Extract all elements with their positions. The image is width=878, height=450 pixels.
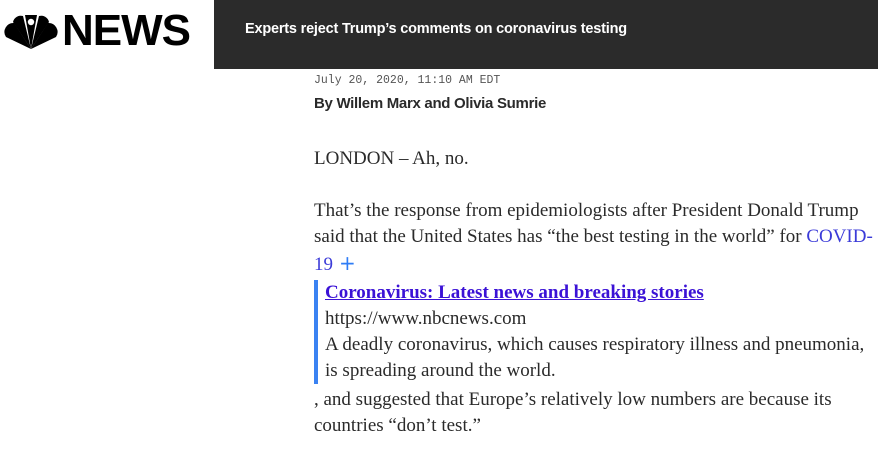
peacock-icon xyxy=(4,15,58,49)
headline-bar: Experts reject Trump’s comments on coron… xyxy=(214,0,878,69)
link-preview-card: Coronavirus: Latest news and breaking st… xyxy=(314,280,865,384)
card-title-link[interactable]: Coronavirus: Latest news and breaking st… xyxy=(325,280,865,306)
expand-plus-icon[interactable]: + xyxy=(339,251,356,275)
article-byline: By Willem Marx and Olivia Sumrie xyxy=(314,95,547,112)
nbc-news-logo[interactable]: NEWS xyxy=(0,0,214,69)
paragraph-2: That’s the response from epidemiologists… xyxy=(314,198,874,278)
card-description: A deadly coronavirus, which causes respi… xyxy=(325,334,865,381)
card-url: https://www.nbcnews.com xyxy=(325,308,527,329)
paragraph-2-text: That’s the response from epidemiologists… xyxy=(314,200,859,247)
logo-text: NEWS xyxy=(62,6,191,55)
paragraph-3: , and suggested that Europe’s relatively… xyxy=(314,389,832,436)
article-dateline: July 20, 2020, 11:10 AM EDT xyxy=(314,74,501,87)
top-navigation-bar: NEWS Experts reject Trump’s comments on … xyxy=(0,0,878,69)
paragraph-1: LONDON – Ah, no. xyxy=(314,148,469,169)
article-headline[interactable]: Experts reject Trump’s comments on coron… xyxy=(245,21,627,37)
